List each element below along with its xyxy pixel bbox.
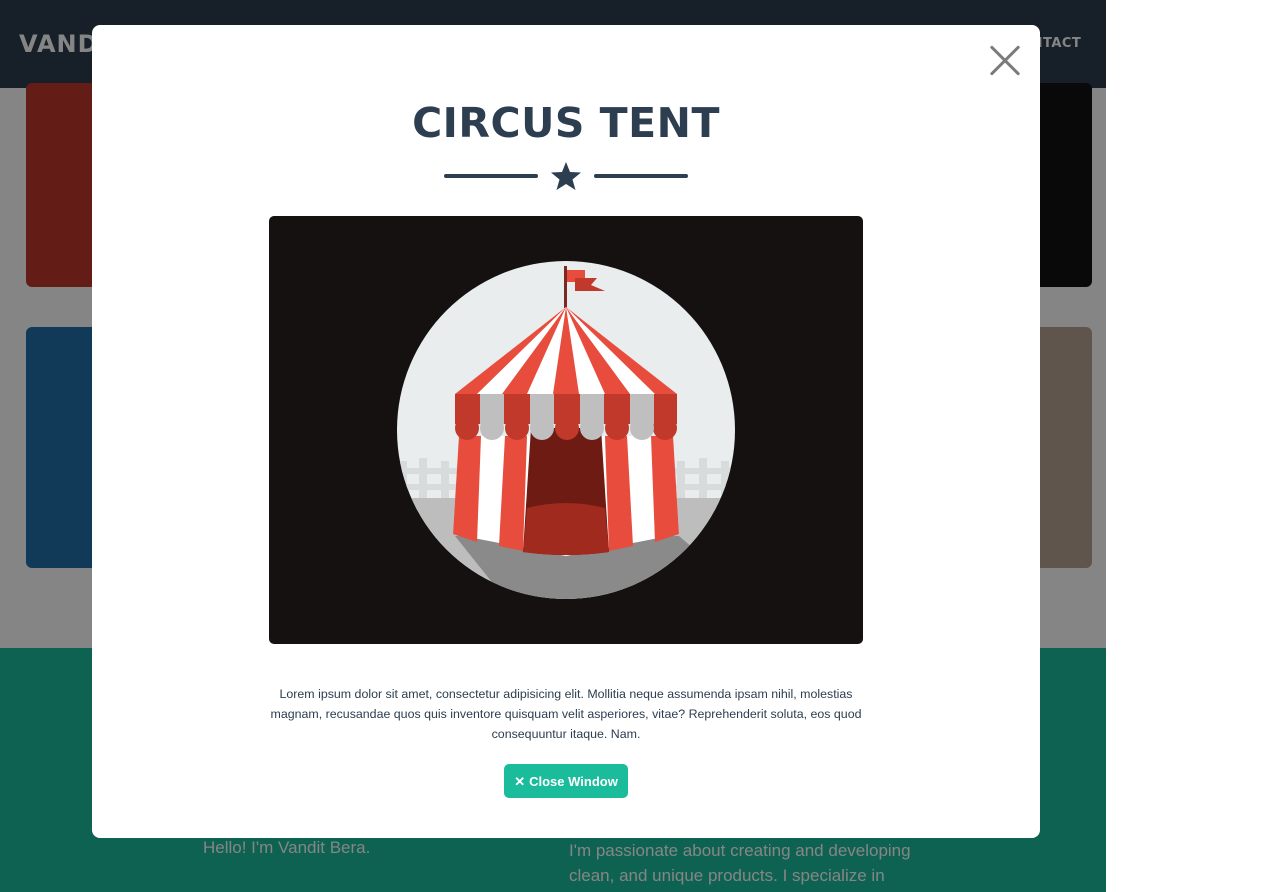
star-icon [551,162,581,190]
modal-description: Lorem ipsum dolor sit amet, consectetur … [270,687,862,741]
portfolio-modal: CIRCUS TENT Lorem ipsum dolor sit amet, … [92,25,1040,838]
times-icon: ✕ [514,773,526,789]
close-window-label: Close Window [529,773,618,789]
divider-line [444,174,538,178]
close-icon[interactable] [988,43,1022,77]
modal-image [269,216,863,644]
modal-title: CIRCUS TENT [412,99,720,147]
circus-tent-illustration [397,261,735,599]
close-window-button[interactable]: ✕ Close Window [504,764,628,798]
divider-line [594,174,688,178]
star-divider [444,161,688,191]
